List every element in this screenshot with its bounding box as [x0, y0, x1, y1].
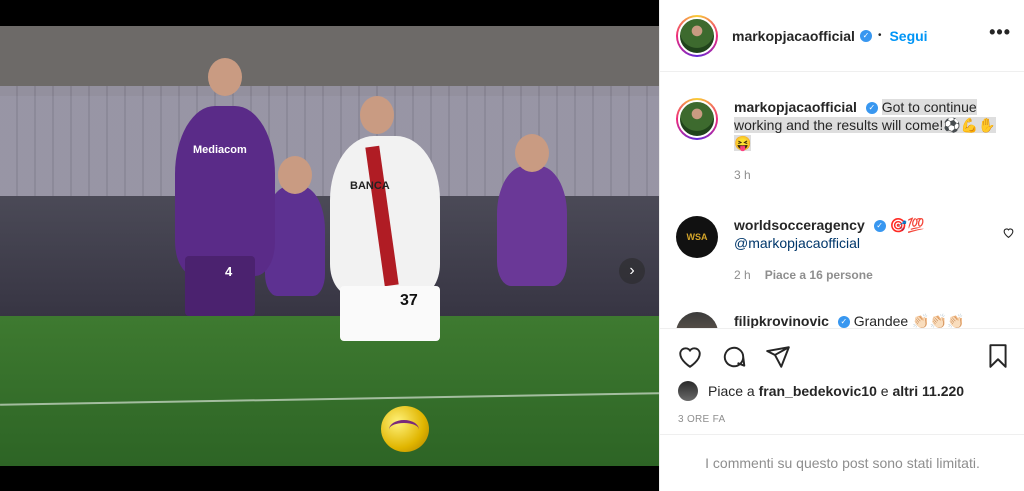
post-timestamp[interactable]: 3 ORE FA [678, 414, 725, 425]
post-photo[interactable]: Mediacom 4 BANCA 37 › [0, 26, 659, 466]
avatar[interactable] [678, 381, 698, 401]
share-icon[interactable] [764, 343, 792, 371]
football [381, 406, 429, 452]
comment-username[interactable]: worldsocceragency [734, 217, 865, 233]
avatar-logo-text: WSA [686, 232, 708, 242]
avatar[interactable] [676, 14, 718, 57]
player-head [208, 58, 242, 96]
player-head [360, 96, 394, 134]
verified-icon: ✓ [865, 102, 878, 115]
verified-icon: ✓ [859, 29, 872, 42]
player-head [278, 156, 312, 194]
save-icon[interactable] [985, 343, 1011, 374]
player-purple-left: Mediacom 4 [175, 58, 275, 316]
caption-time[interactable]: 3 h [734, 166, 1004, 184]
separator-dot: • [877, 30, 882, 41]
post-media: Mediacom 4 BANCA 37 › [0, 0, 659, 491]
follow-button[interactable]: Segui [889, 28, 927, 44]
likes-connector: e [880, 383, 889, 399]
jersey-stripe [365, 145, 399, 287]
post-username[interactable]: markopjacaofficial [732, 28, 855, 44]
comment-row: filipkrovinovic ✓ Grandee 👏🏻👏🏻👏🏻 [676, 312, 1004, 328]
comment-text: Grandee 👏🏻👏🏻👏🏻 [853, 313, 965, 328]
player-shorts: 37 [340, 286, 440, 341]
next-arrow-icon[interactable]: › [619, 258, 645, 284]
jersey-number: 37 [400, 292, 418, 309]
caption-username[interactable]: markopjacaofficial [734, 99, 857, 115]
avatar[interactable] [676, 312, 718, 328]
player-white: BANCA 37 [330, 96, 440, 341]
post-side-panel: markopjacaofficial ✓ • Segui ••• markopj… [659, 0, 1024, 491]
likes-others[interactable]: altri 11.220 [892, 383, 964, 399]
comment-meta: 2 h Piace a 16 persone [734, 266, 1004, 284]
comments-list: markopjacaofficial ✓ Got to continue wor… [660, 72, 1024, 328]
comment-like-icon[interactable] [1002, 226, 1015, 242]
jersey-sponsor: BANCA [350, 180, 390, 192]
likes-user[interactable]: fran_bedekovic10 [759, 383, 877, 399]
pitch [0, 316, 659, 466]
comment-emoji: 🎯💯 [889, 217, 925, 233]
avatar[interactable]: WSA [676, 216, 718, 258]
avatar[interactable] [676, 98, 718, 140]
comment-mention[interactable]: @markopjacaofficial [734, 235, 860, 251]
likes-summary: Piace a fran_bedekovic10 e altri 11.220 [678, 381, 964, 401]
jersey-number: 4 [225, 264, 233, 279]
jersey-sponsor: Mediacom [193, 144, 247, 156]
verified-icon: ✓ [837, 316, 850, 328]
comment-time[interactable]: 2 h [734, 268, 751, 282]
comment-username[interactable]: filipkrovinovic [734, 313, 829, 328]
like-icon[interactable] [676, 343, 704, 371]
player-head [515, 134, 549, 172]
comment-row: WSA worldsocceragency ✓ 🎯💯 @markopjacaof… [676, 216, 1004, 284]
more-options-icon[interactable]: ••• [989, 22, 1011, 43]
caption-row: markopjacaofficial ✓ Got to continue wor… [676, 98, 1004, 184]
likes-prefix: Piace a [708, 383, 755, 399]
instagram-post-modal: Mediacom 4 BANCA 37 › markopjacaofficial… [0, 0, 1024, 491]
post-actions: Piace a fran_bedekovic10 e altri 11.220 … [660, 328, 1024, 434]
verified-icon: ✓ [873, 220, 886, 233]
player-purple-right [497, 134, 567, 286]
comment-likes[interactable]: Piace a 16 persone [765, 268, 873, 282]
post-header: markopjacaofficial ✓ • Segui ••• [660, 0, 1024, 72]
comment-icon[interactable] [720, 343, 748, 371]
player-shorts: 4 [185, 256, 255, 316]
comments-limited-notice: I commenti su questo post sono stati lim… [660, 434, 1024, 491]
